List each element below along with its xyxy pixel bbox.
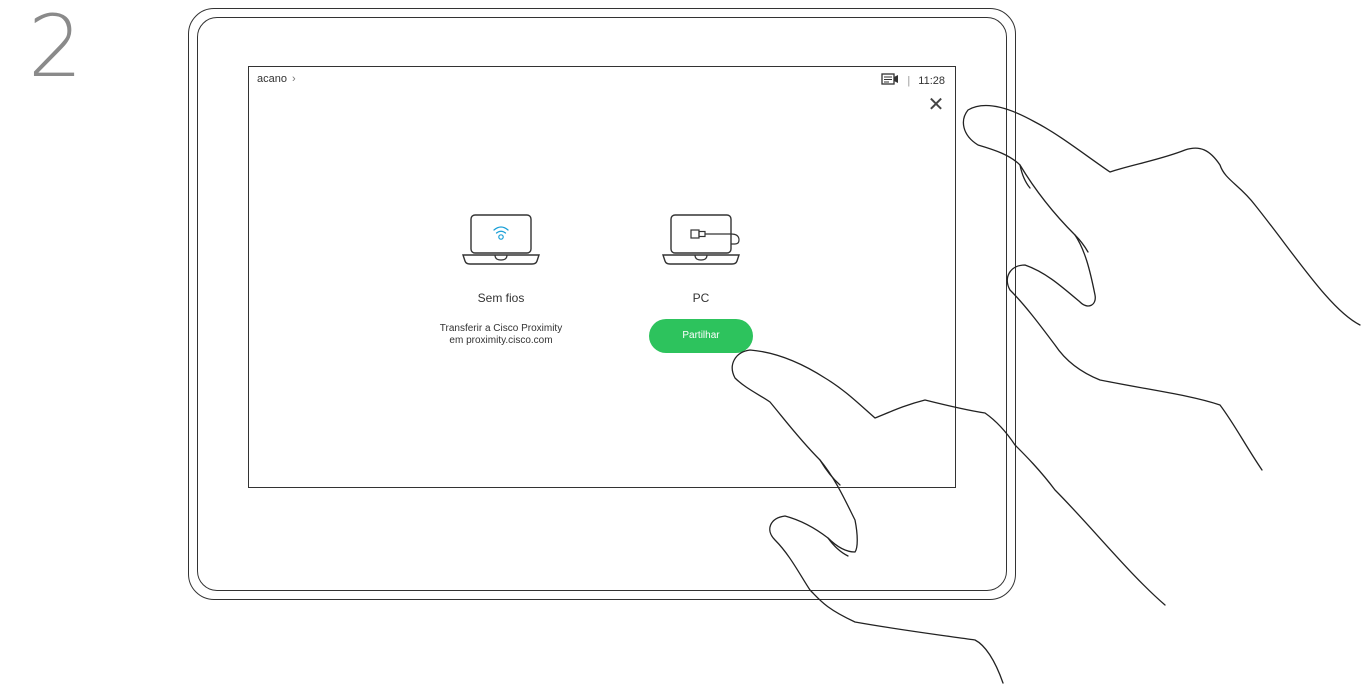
wireless-description-line2: em proximity.cisco.com bbox=[449, 335, 553, 346]
close-icon[interactable]: ✕ bbox=[927, 94, 945, 114]
room-name: acano bbox=[257, 73, 287, 85]
self-view-camera-icon[interactable] bbox=[881, 73, 899, 88]
room-name-button[interactable]: acano › bbox=[257, 73, 296, 85]
wireless-title: Sem fios bbox=[477, 291, 525, 305]
touch-panel-screen: acano › | 11:28 ✕ Sem fios Transferir a … bbox=[248, 66, 956, 488]
share-option-pc: PC Partilhar bbox=[601, 213, 801, 353]
pc-title: PC bbox=[692, 291, 710, 305]
chevron-right-icon: › bbox=[292, 73, 296, 85]
status-separator: | bbox=[907, 74, 911, 87]
cable-laptop-icon bbox=[662, 214, 740, 265]
status-bar: | 11:28 bbox=[881, 73, 945, 88]
share-option-wireless: Sem fios Transferir a Cisco Proximity em… bbox=[401, 213, 601, 347]
wireless-description: Transferir a Cisco Proximity em proximit… bbox=[401, 323, 601, 347]
wireless-laptop-icon bbox=[462, 214, 540, 265]
step-number: 2 bbox=[28, 0, 83, 97]
share-button[interactable]: Partilhar bbox=[649, 319, 753, 353]
clock: 11:28 bbox=[918, 74, 945, 87]
wireless-description-line1: Transferir a Cisco Proximity bbox=[439, 323, 563, 334]
